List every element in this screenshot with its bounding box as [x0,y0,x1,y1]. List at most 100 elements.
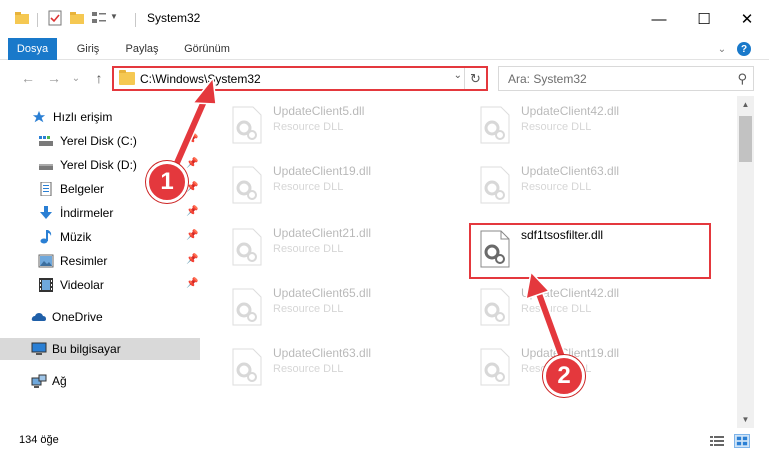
dll-file-icon [480,288,510,326]
pin-icon[interactable]: 📌 [186,230,198,241]
sidebar-item-label: OneDrive [52,310,103,324]
scroll-down-icon[interactable]: ▼ [737,411,754,428]
tab-home[interactable]: Giriş [66,38,110,60]
file-item[interactable]: UpdateClient19.dll Resource DLL [473,342,713,392]
file-item[interactable]: UpdateClient65.dll Resource DLL [225,282,465,332]
sidebar-item-music[interactable]: Müzik 📌 [0,226,200,248]
sidebar-item-label: Yerel Disk (D:) [60,158,137,172]
search-input[interactable]: Ara: System32 [508,72,587,86]
dll-file-icon [480,166,510,204]
file-name: UpdateClient63.dll [521,164,620,178]
sidebar-item-label: Resimler [60,254,108,268]
address-dropdown-icon[interactable]: ⌄ [454,70,462,81]
file-name: UpdateClient65.dll [273,286,372,300]
file-type: Resource DLL [521,121,592,133]
refresh-icon[interactable]: ↻ [464,68,486,89]
forward-button[interactable]: → [44,68,64,88]
sidebar-item-downloads[interactable]: İndirmeler 📌 [0,202,200,224]
help-icon[interactable]: ? [737,42,751,56]
separator [135,13,136,27]
drive-icon [39,136,53,146]
sidebar-item-label: Bu bilgisayar [52,342,121,356]
tab-share[interactable]: Paylaş [118,38,166,60]
sidebar-item-label: Belgeler [60,182,105,196]
cloud-icon [31,313,46,321]
file-item[interactable]: UpdateClient19.dll Resource DLL [225,160,465,210]
minimize-button[interactable]: — [637,0,681,38]
file-type: Resource DLL [273,121,344,133]
dll-file-icon [480,348,510,386]
documents-icon [40,182,52,196]
tab-view[interactable]: Görünüm [176,38,238,60]
file-item[interactable]: UpdateClient63.dll Resource DLL [225,342,465,392]
new-folder-icon[interactable] [69,10,85,26]
pin-icon[interactable]: 📌 [186,158,198,169]
sidebar-item-network[interactable]: Ağ [0,370,200,392]
dll-file-icon [232,348,262,386]
sidebar-item-label: Müzik [60,230,92,244]
file-name: UpdateClient63.dll [273,346,372,360]
sidebar-item-local-disk-c[interactable]: Yerel Disk (C:) 📌 [0,130,200,152]
sidebar-item-this-pc[interactable]: Bu bilgisayar [0,338,200,360]
pin-icon[interactable]: 📌 [186,134,198,145]
file-item[interactable]: UpdateClient42.dll Resource DLL [473,282,713,332]
vertical-scrollbar[interactable]: ▲ ▼ [737,96,754,428]
sidebar-item-label: Hızlı erişim [53,110,113,124]
file-type: Resource DLL [521,181,592,193]
file-type: Resource DLL [521,303,592,315]
file-type: Resource DLL [273,181,344,193]
sidebar-item-quick-access[interactable]: Hızlı erişim [0,106,200,128]
file-name: UpdateClient42.dll [521,104,620,118]
title-bar: ▼ System32 — ☐ ✕ [0,0,769,38]
dll-file-icon [232,288,262,326]
status-bar: 134 öğe [0,428,769,470]
scroll-up-icon[interactable]: ▲ [737,96,754,113]
sidebar-item-label: İndirmeler [60,206,114,220]
file-name: UpdateClient5.dll [273,104,365,118]
window-title: System32 [147,11,201,25]
pin-icon[interactable]: 📌 [186,278,198,289]
pin-icon[interactable]: 📌 [186,206,198,217]
file-item[interactable]: UpdateClient42.dll Resource DLL [473,100,713,150]
search-icon[interactable]: ⚲ [737,71,747,87]
tab-file[interactable]: Dosya [8,38,57,60]
customize-quick-access-icon[interactable]: ▼ [110,12,118,21]
sidebar-item-label: Yerel Disk (C:) [60,134,137,148]
navigation-pane: Hızlı erişim Yerel Disk (C:) 📌 Yerel Dis… [0,96,203,428]
dll-file-icon [232,228,262,266]
sidebar-item-onedrive[interactable]: OneDrive [0,306,200,328]
star-icon [32,110,46,123]
details-view-icon[interactable] [709,434,725,448]
scroll-thumb[interactable] [739,116,752,162]
expand-ribbon-icon[interactable]: ⌄ [714,41,730,57]
file-name: UpdateClient19.dll [273,164,372,178]
recent-locations-button[interactable]: ⌄ [66,68,86,88]
address-path[interactable]: C:\Windows\System32 [140,72,261,86]
drive-icon [39,164,53,170]
file-item[interactable]: UpdateClient21.dll Resource DLL [225,222,465,272]
large-icons-view-icon[interactable] [734,434,750,448]
item-count: 134 öğe [19,434,59,446]
pin-icon[interactable]: 📌 [186,254,198,265]
properties-icon[interactable] [47,10,63,26]
file-list: UpdateClient5.dll Resource DLL UpdateCli… [203,96,737,428]
dll-file-icon [232,166,262,204]
close-button[interactable]: ✕ [725,0,769,38]
videos-icon [39,278,53,292]
back-button[interactable]: ← [18,68,38,88]
separator [37,13,38,27]
sidebar-item-videos[interactable]: Videolar 📌 [0,274,200,296]
sidebar-item-pictures[interactable]: Resimler 📌 [0,250,200,272]
maximize-button[interactable]: ☐ [682,0,726,38]
step-2-badge: 2 [543,355,585,397]
file-item[interactable]: UpdateClient5.dll Resource DLL [225,100,465,150]
folder-icon [15,12,29,24]
minimize-icon: — [651,10,667,28]
up-button[interactable]: ↑ [89,68,109,88]
address-bar[interactable]: C:\Windows\System32 ⌄ ↻ [112,66,488,91]
search-box[interactable]: Ara: System32 ⚲ [498,66,754,91]
view-options-icon[interactable] [91,10,107,26]
close-icon: ✕ [740,11,754,28]
file-item[interactable]: UpdateClient63.dll Resource DLL [473,160,713,210]
file-type: Resource DLL [273,303,344,315]
